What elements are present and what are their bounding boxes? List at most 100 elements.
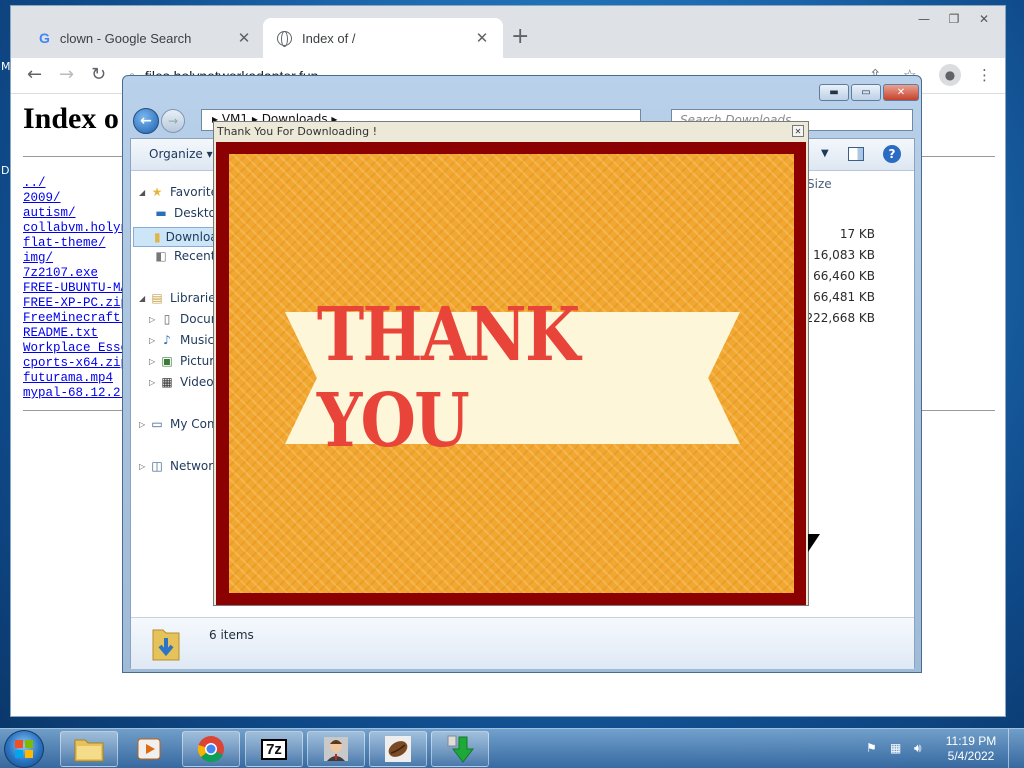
nav-libraries[interactable]: ◢ ▤ Libraries — [139, 291, 221, 305]
taskbar-coffee-app[interactable] — [369, 731, 427, 767]
computer-icon: ▭ — [151, 417, 163, 431]
navigation-pane: ◢★Favorites ▬Desktop ▮Downloads ◧Recent … — [131, 171, 221, 617]
file-link[interactable]: FreeMinecraft. — [23, 311, 128, 326]
nav-favorites[interactable]: ◢ ★ Favorites — [139, 185, 221, 199]
file-link[interactable]: ../ — [23, 176, 128, 191]
tab-label: clown - Google Search — [59, 30, 192, 46]
file-link[interactable]: Workplace Esse — [23, 341, 128, 356]
star-icon: ★ — [151, 185, 163, 199]
desktop-edge-text-d: D — [1, 164, 10, 177]
chrome-icon — [197, 736, 224, 763]
explorer-window-controls: ▬ ▭ ✕ — [817, 84, 919, 101]
google-icon: G — [39, 30, 50, 46]
file-link[interactable]: futurama.mp4 — [23, 371, 128, 386]
popup-image: THANK YOU — [229, 154, 794, 593]
tab-strip: G clown - Google Search ✕ Index of / ✕ +… — [11, 6, 1005, 58]
nav-recent[interactable]: ◧Recent Places — [153, 249, 221, 263]
recent-places-icon: ◧ — [155, 249, 167, 263]
popup-title: Thank You For Downloading ! — [217, 125, 378, 138]
taskbar-download-app[interactable] — [431, 731, 489, 767]
taskbar-7zip[interactable]: 7z — [245, 731, 303, 767]
network-tray-icon[interactable]: ▦ — [890, 741, 901, 755]
file-link[interactable]: FREE-XP-PC.zip — [23, 296, 128, 311]
nav-videos[interactable]: ▷ ▦ Videos — [149, 375, 220, 389]
chrome-window-controls: — ❐ ✕ — [909, 10, 999, 30]
organize-button[interactable]: Organize ▾ — [149, 147, 213, 161]
view-dropdown-icon[interactable]: ▼ — [821, 148, 829, 159]
thank-you-popup: Thank You For Downloading ! ✕ THANK YOU — [213, 121, 809, 606]
preview-pane-icon[interactable] — [848, 147, 864, 161]
download-arrow-icon — [447, 735, 475, 763]
mouse-cursor-icon — [808, 534, 820, 552]
reload-button[interactable]: ↻ — [91, 64, 106, 85]
close-button[interactable]: ✕ — [969, 10, 999, 28]
close-tab-icon[interactable]: ✕ — [473, 29, 491, 47]
back-button[interactable]: ← — [27, 64, 42, 85]
close-icon[interactable]: ✕ — [792, 125, 804, 137]
action-center-flag-icon[interactable]: ⚑ — [866, 741, 877, 755]
new-tab-button[interactable]: + — [511, 26, 529, 48]
minimize-button[interactable]: — — [909, 10, 939, 28]
nav-downloads[interactable]: ▮Downloads — [133, 227, 221, 247]
downloads-folder-icon — [152, 629, 180, 661]
thank-you-text: THANK YOU — [316, 292, 580, 464]
documents-icon: ▯ — [163, 312, 171, 326]
size-column-header[interactable]: Size — [807, 177, 832, 191]
pictures-icon: ▣ — [161, 354, 173, 368]
desktop-icon: ▬ — [155, 206, 167, 220]
file-link[interactable]: autism/ — [23, 206, 128, 221]
nav-documents[interactable]: ▷▯Documents — [149, 312, 221, 326]
nav-pictures[interactable]: ▷▣Pictures — [149, 354, 221, 368]
file-link[interactable]: cports-x64.zip — [23, 356, 128, 371]
system-clock[interactable]: 11:19 PM 5/4/2022 — [940, 734, 1002, 764]
nav-music[interactable]: ▷ ♪ Music — [149, 333, 214, 347]
taskbar-user-app[interactable] — [307, 731, 365, 767]
file-link[interactable]: flat-theme/ — [23, 236, 128, 251]
file-link[interactable]: collabvm.holyn — [23, 221, 128, 236]
file-link[interactable]: img/ — [23, 251, 128, 266]
menu-dots-icon[interactable]: ⋮ — [977, 66, 992, 84]
volume-icon[interactable]: 🔊︎ — [914, 741, 922, 756]
clock-date: 5/4/2022 — [947, 749, 995, 763]
file-link[interactable]: 2009/ — [23, 191, 128, 206]
close-tab-icon[interactable]: ✕ — [235, 29, 253, 47]
user-app-icon — [324, 737, 348, 761]
network-icon: ◫ — [151, 459, 163, 473]
explorer-icon — [74, 739, 104, 762]
downloads-folder-icon: ▮ — [154, 230, 161, 244]
profile-avatar-icon[interactable]: ● — [939, 64, 961, 86]
file-link[interactable]: mypal-68.12.2. — [23, 386, 128, 401]
forward-button[interactable]: → — [59, 64, 74, 85]
popup-frame: THANK YOU — [216, 142, 806, 605]
file-listing: ../ 2009/ autism/ collabvm.holyn flat-th… — [23, 176, 128, 401]
back-arrow-icon[interactable]: ← — [133, 108, 159, 134]
close-button[interactable]: ✕ — [883, 84, 919, 101]
nav-desktop[interactable]: ▬ Desktop — [153, 206, 221, 220]
7zip-icon: 7z — [261, 738, 287, 760]
media-player-icon — [137, 738, 161, 760]
minimize-button[interactable]: ▬ — [819, 84, 849, 101]
file-link[interactable]: 7z2107.exe — [23, 266, 128, 281]
nav-network[interactable]: ▷ ◫ Network — [139, 459, 220, 473]
restore-button[interactable]: ❐ — [939, 10, 969, 28]
forward-arrow-icon[interactable]: → — [161, 109, 185, 133]
tab-google-search[interactable]: G clown - Google Search ✕ — [25, 18, 265, 58]
taskbar-media-player[interactable] — [120, 731, 178, 767]
nav-computer[interactable]: ▷▭My Computer — [139, 417, 221, 431]
taskbar: 7z ⚑ ▦ 🔊︎ 11:19 PM 5/4/2022 — [0, 728, 1024, 768]
clock-time: 11:19 PM — [945, 734, 997, 748]
item-count: 6 items — [209, 628, 254, 642]
show-desktop-button[interactable] — [1008, 729, 1022, 768]
tab-index[interactable]: Index of / ✕ — [263, 18, 503, 58]
help-icon[interactable]: ? — [883, 145, 901, 163]
file-link[interactable]: FREE-UBUNTU-MA — [23, 281, 128, 296]
windows-logo-icon — [15, 740, 33, 758]
taskbar-explorer[interactable] — [60, 731, 118, 767]
videos-icon: ▦ — [161, 375, 173, 389]
start-button[interactable] — [4, 730, 44, 768]
maximize-button[interactable]: ▭ — [851, 84, 881, 101]
taskbar-chrome[interactable] — [182, 731, 240, 767]
libraries-icon: ▤ — [151, 291, 163, 305]
globe-icon — [277, 30, 292, 47]
file-link[interactable]: README.txt — [23, 326, 128, 341]
